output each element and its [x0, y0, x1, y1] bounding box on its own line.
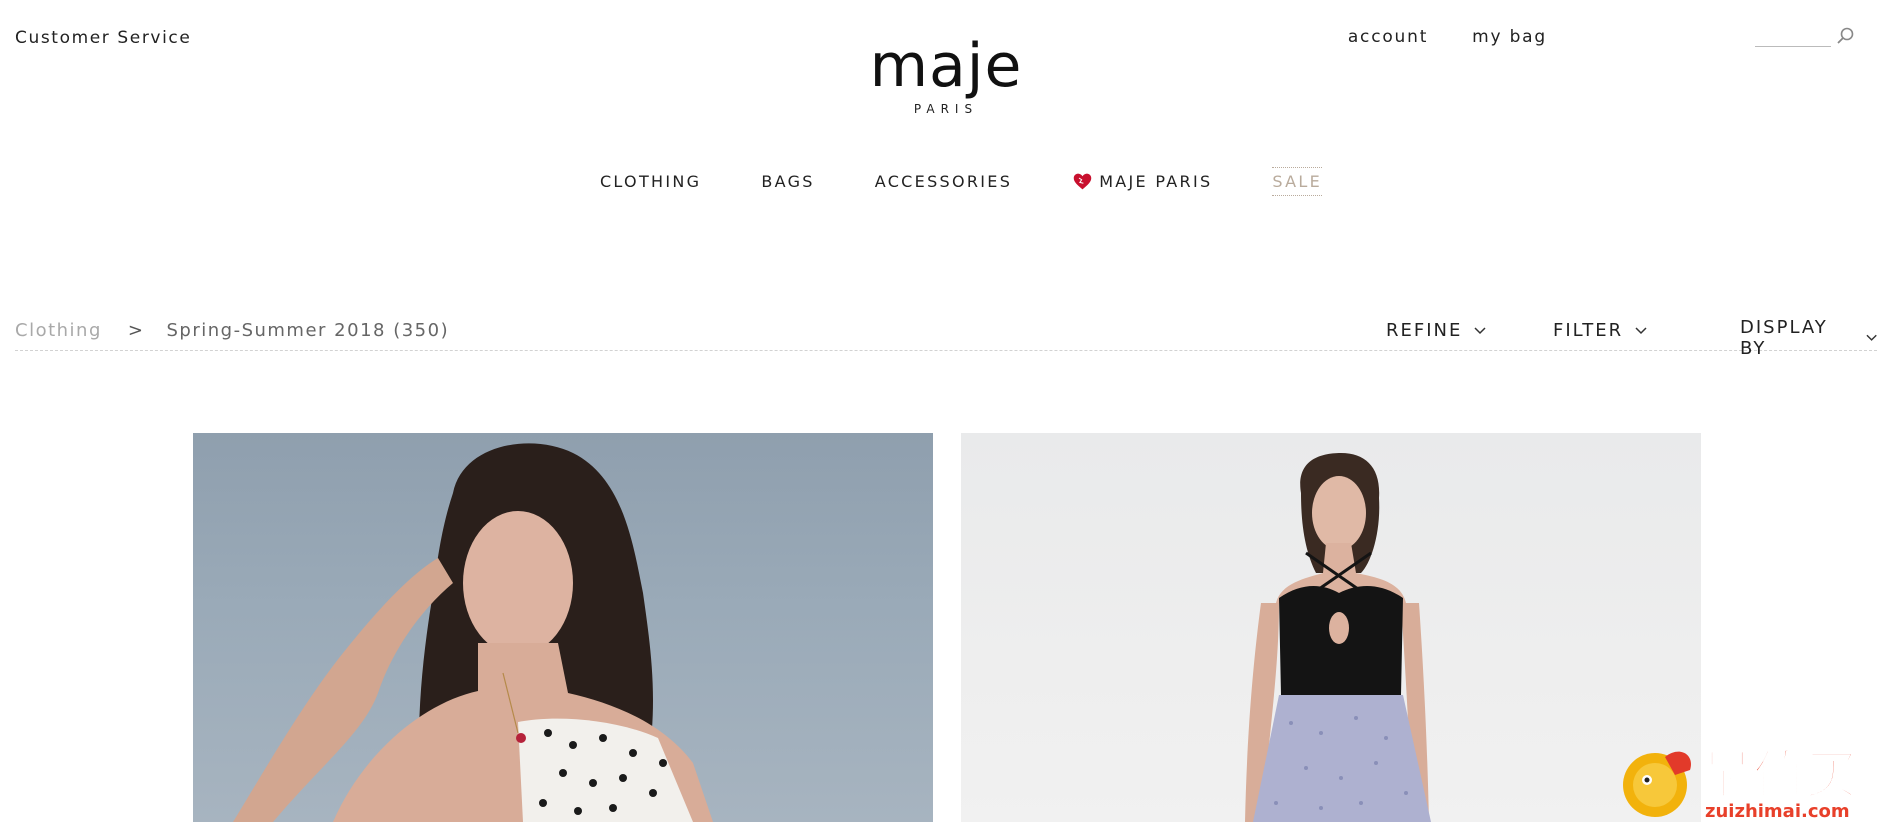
filter-dropdown[interactable]: FILTER — [1553, 320, 1647, 341]
nav-label: SALE — [1272, 172, 1323, 191]
account-links: account my bag — [1348, 27, 1547, 47]
product-tile[interactable] — [961, 433, 1701, 822]
product-grid — [193, 433, 1703, 822]
heart-icon — [1073, 173, 1092, 190]
logo-subtitle: PARIS — [913, 102, 979, 116]
product-tile[interactable] — [193, 433, 933, 822]
nav-label: MAJE PARIS — [1099, 172, 1213, 191]
product-image — [233, 443, 713, 822]
refine-label: REFINE — [1386, 320, 1463, 341]
nav-accessories[interactable]: ACCESSORIES — [845, 167, 1042, 196]
display-by-dropdown[interactable]: DISPLAY BY — [1740, 317, 1877, 359]
breadcrumb-separator: > — [127, 320, 145, 341]
search-icon[interactable] — [1836, 26, 1856, 46]
brand-logo[interactable]: maje PARIS — [0, 36, 1892, 116]
nav-label: CLOTHING — [599, 172, 702, 191]
listing-toolbar: Clothing > Spring-Summer 2018 (350) REFI… — [15, 316, 1877, 359]
account-link[interactable]: account — [1348, 27, 1428, 47]
nav-clothing[interactable]: CLOTHING — [570, 167, 731, 196]
watermark-url: zuizhimai.com — [1705, 801, 1850, 822]
chevron-down-icon — [1866, 334, 1877, 341]
breadcrumb: Clothing > Spring-Summer 2018 (350) — [15, 320, 449, 341]
my-bag-link[interactable]: my bag — [1472, 27, 1547, 47]
filter-label: FILTER — [1553, 320, 1624, 341]
watermark-title: 最值买 — [1701, 746, 1857, 806]
chevron-down-icon — [1474, 326, 1486, 334]
display-by-label: DISPLAY BY — [1740, 317, 1828, 359]
logo-word: maje — [869, 31, 1023, 101]
breadcrumb-clothing[interactable]: Clothing — [15, 320, 102, 341]
zuizhimai-mascot-icon: 最值买 zuizhimai.com — [1623, 745, 1858, 822]
nav-sale[interactable]: SALE — [1272, 167, 1323, 196]
nav-label: ACCESSORIES — [874, 172, 1013, 191]
main-nav: CLOTHING BAGS ACCESSORIES MAJE PARIS SAL… — [0, 167, 1892, 196]
search-input[interactable] — [1755, 26, 1831, 47]
refine-dropdown[interactable]: REFINE — [1386, 320, 1486, 341]
product-image — [1245, 453, 1431, 822]
watermark-logo: 最值买 zuizhimai.com — [1605, 735, 1890, 822]
breadcrumb-current: Spring-Summer 2018 (350) — [166, 320, 450, 341]
nav-label: BAGS — [761, 172, 815, 191]
nav-maje-paris[interactable]: MAJE PARIS — [1042, 167, 1242, 196]
chevron-down-icon — [1635, 326, 1647, 334]
nav-bags[interactable]: BAGS — [731, 167, 844, 196]
